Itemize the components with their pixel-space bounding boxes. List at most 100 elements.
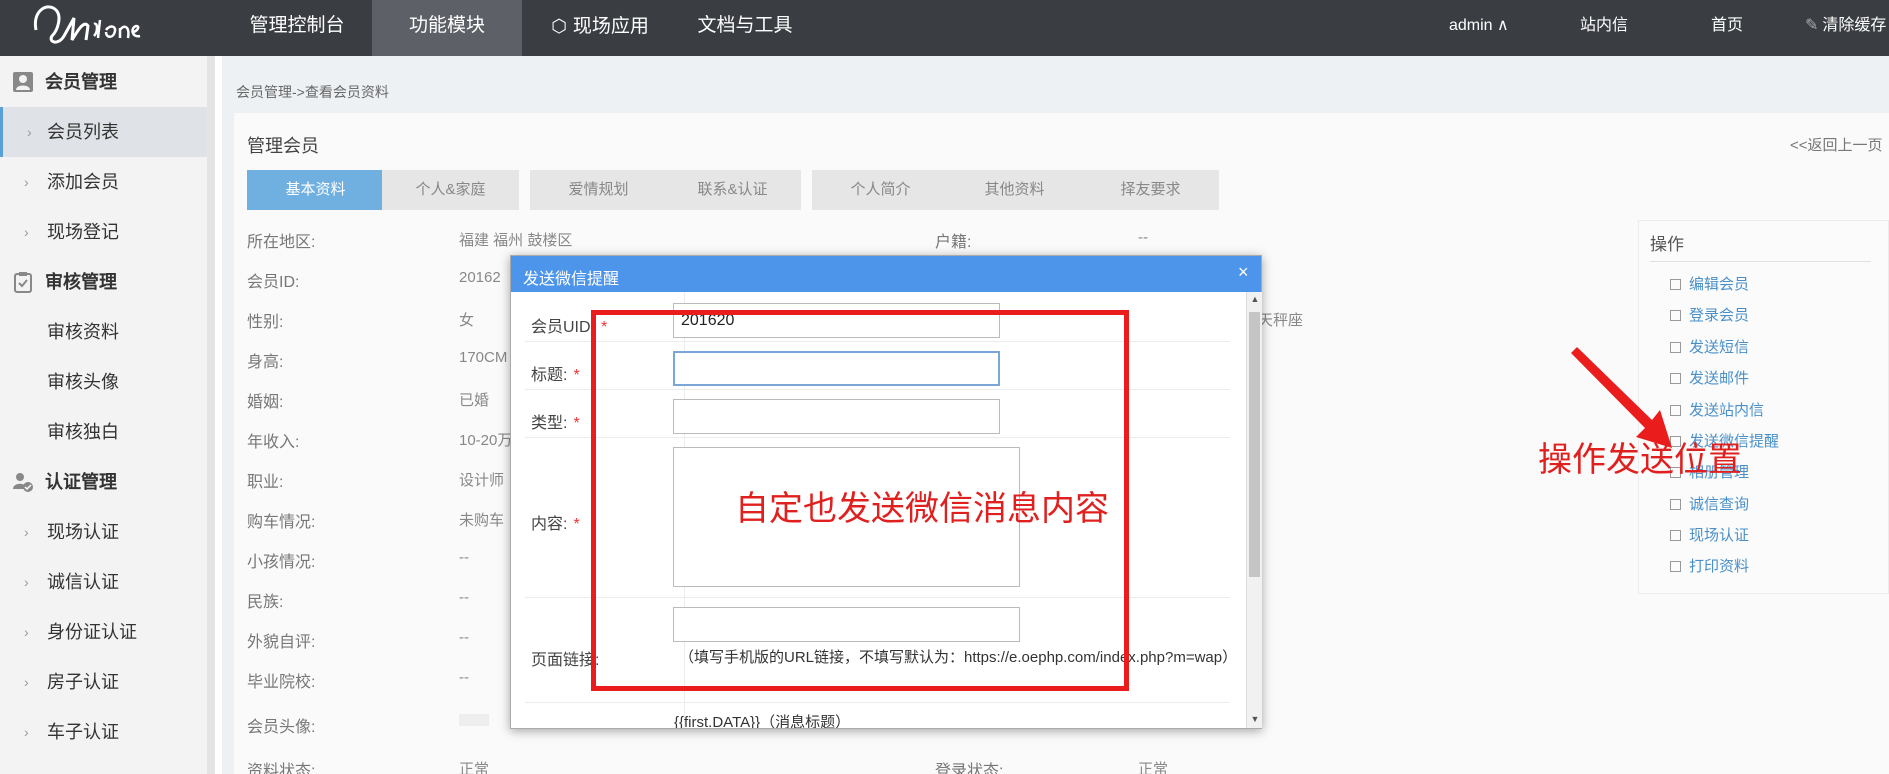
info-value: 未购车: [459, 512, 505, 529]
sidebar-item-review-monologue[interactable]: 审核独白: [0, 407, 207, 457]
messages-link[interactable]: 站内信: [1580, 0, 1628, 56]
divider: [525, 437, 1230, 438]
sidebar-item-review-profile[interactable]: 审核资料: [0, 307, 207, 357]
info-label: 年收入:: [247, 434, 300, 451]
title-label-text: 标题:: [531, 367, 568, 384]
square-bullet-icon: [1670, 342, 1681, 353]
nav-console[interactable]: 管理控制台: [232, 0, 362, 56]
milone-logo[interactable]: [28, 0, 158, 56]
nav-live-apps[interactable]: ⬡ 现场应用: [530, 0, 670, 56]
info-value: --: [1138, 229, 1148, 246]
tab-love-plan[interactable]: 爱情规划: [530, 170, 667, 210]
sidebar-item-review-avatar[interactable]: 审核头像: [0, 357, 207, 407]
info-label: 性别:: [247, 314, 284, 331]
sidebar-group-review[interactable]: 审核管理: [0, 257, 207, 307]
info-label: 会员ID:: [247, 274, 300, 291]
op-send-site-message[interactable]: 发送站内信: [1670, 399, 1764, 420]
divider: [525, 597, 1230, 598]
tab-personal-family[interactable]: 个人&家庭: [382, 170, 519, 210]
tab-match-requirements[interactable]: 择友要求: [1082, 170, 1219, 210]
info-label: 身高:: [247, 354, 284, 371]
sidebar-item-label: 审核头像: [47, 372, 119, 392]
op-label: 发送站内信: [1689, 402, 1765, 419]
tab-contact-verify[interactable]: 联系&认证: [664, 170, 801, 210]
op-send-email[interactable]: 发送邮件: [1670, 367, 1749, 388]
op-edit-member[interactable]: 编辑会员: [1670, 273, 1749, 294]
sidebar-group-verification[interactable]: 认证管理: [0, 457, 207, 507]
sidebar-item-member-list[interactable]: › 会员列表: [0, 107, 207, 157]
sidebar-item-onsite-verify[interactable]: › 现场认证: [0, 507, 207, 557]
clear-cache-label: 清除缓存: [1822, 17, 1887, 34]
type-label-text: 类型:: [531, 415, 568, 432]
info-label: 外貌自评:: [247, 634, 316, 651]
sidebar-item-house-verify[interactable]: › 房子认证: [0, 657, 207, 707]
info-label: 民族:: [247, 594, 284, 611]
info-label: 会员头像:: [247, 719, 316, 736]
tab-other-info[interactable]: 其他资料: [946, 170, 1083, 210]
info-value: 天秤座: [1258, 312, 1304, 329]
op-onsite-verify[interactable]: 现场认证: [1670, 524, 1749, 545]
info-value: 170CM: [459, 349, 508, 366]
divider: [525, 702, 1230, 703]
user-menu[interactable]: admin ∧: [1449, 0, 1509, 56]
square-bullet-icon: [1670, 561, 1681, 572]
sidebar-item-label: 审核资料: [47, 322, 119, 342]
nav-live-apps-label: 现场应用: [572, 16, 649, 37]
op-label: 发送短信: [1689, 339, 1750, 356]
divider: [525, 389, 1230, 390]
op-label: 诚信查询: [1689, 496, 1750, 513]
content-label: 内容: *: [531, 510, 580, 534]
square-bullet-icon: [1670, 373, 1681, 384]
tab-basic-info[interactable]: 基本资料: [247, 170, 384, 210]
info-label: 资料状态:: [247, 763, 316, 774]
clear-cache-button[interactable]: ✎ 清除缓存: [1805, 0, 1886, 56]
scroll-thumb[interactable]: [1249, 312, 1260, 577]
square-bullet-icon: [1670, 530, 1681, 541]
scroll-down-icon[interactable]: ▼: [1250, 714, 1260, 724]
info-label: 婚姻:: [247, 394, 284, 411]
dialog-scrollbar[interactable]: ▲ ▼: [1246, 292, 1262, 728]
sidebar-item-label: 添加会员: [47, 172, 119, 192]
info-value: --: [459, 589, 469, 606]
member-icon: [13, 72, 33, 92]
sidebar-item-add-member[interactable]: › 添加会员: [0, 157, 207, 207]
close-icon[interactable]: ×: [1238, 262, 1249, 283]
uid-label: 会员UID: *: [531, 313, 607, 337]
op-login-member[interactable]: 登录会员: [1670, 304, 1749, 325]
back-link[interactable]: <<返回上一页: [1790, 134, 1883, 155]
sidebar-group-verification-label: 认证管理: [45, 472, 117, 492]
dialog-header[interactable]: 发送微信提醒 ×: [511, 256, 1261, 292]
sidebar-item-id-verify[interactable]: › 身份证认证: [0, 607, 207, 657]
nav-modules[interactable]: 功能模块: [372, 0, 522, 56]
scroll-up-icon[interactable]: ▲: [1250, 294, 1260, 304]
top-navbar: 管理控制台 功能模块 ⬡ 现场应用 文档与工具 admin ∧ 站内信 首页 ✎ 清…: [0, 0, 1889, 56]
square-bullet-icon: [1670, 310, 1681, 321]
tab-profile-intro[interactable]: 个人简介: [812, 170, 949, 210]
op-integrity-query[interactable]: 诚信查询: [1670, 493, 1749, 514]
sidebar-group-review-label: 审核管理: [45, 272, 117, 292]
home-link[interactable]: 首页: [1711, 0, 1743, 56]
title-label: 标题: *: [531, 361, 580, 385]
sidebar-item-onsite-register[interactable]: › 现场登记: [0, 207, 207, 257]
title-input[interactable]: [673, 351, 1000, 386]
sidebar-item-integrity-verify[interactable]: › 诚信认证: [0, 557, 207, 607]
chevron-right-icon: ›: [24, 724, 29, 740]
square-bullet-icon: [1670, 279, 1681, 290]
nav-docs-tools[interactable]: 文档与工具: [680, 0, 810, 56]
breadcrumb: 会员管理->查看会员资料: [236, 84, 389, 100]
sidebar-item-car-verify[interactable]: › 车子认证: [0, 707, 207, 757]
info-value: 正常: [459, 761, 490, 774]
required-mark: *: [573, 415, 580, 432]
op-send-sms[interactable]: 发送短信: [1670, 336, 1749, 357]
sidebar-item-label: 车子认证: [47, 722, 119, 742]
sidebar-group-member[interactable]: 会员管理: [0, 57, 207, 107]
info-value: 设计师: [459, 472, 505, 489]
info-value: --: [459, 549, 469, 566]
avatar-thumbnail[interactable]: [459, 714, 489, 726]
info-label: 小孩情况:: [247, 554, 316, 571]
link-input[interactable]: [673, 607, 1020, 642]
info-value: --: [459, 629, 469, 646]
op-print-profile[interactable]: 打印资料: [1670, 555, 1749, 576]
uid-input[interactable]: [673, 303, 1000, 338]
type-input[interactable]: [673, 399, 1000, 434]
